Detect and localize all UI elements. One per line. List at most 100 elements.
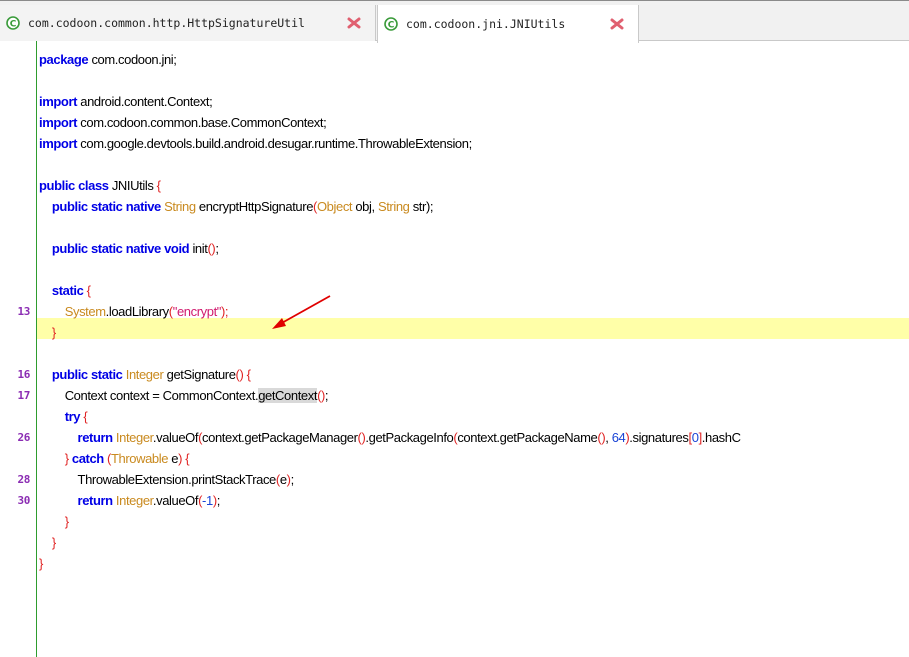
code-text: return Integer.valueOf(-1);: [39, 490, 221, 511]
code-line[interactable]: [0, 70, 909, 91]
code-token: 64: [611, 430, 626, 445]
svg-text:C: C: [388, 20, 395, 30]
code-token: import: [39, 94, 78, 109]
code-token: str: [409, 199, 427, 214]
code-line[interactable]: import com.codoon.common.base.CommonCont…: [0, 112, 909, 133]
code-token: public static native: [51, 199, 161, 214]
code-text: } catch (Throwable e) {: [39, 448, 190, 469]
code-token: .hashC: [701, 430, 741, 445]
code-line[interactable]: public static native String encryptHttpS…: [0, 196, 909, 217]
code-line[interactable]: 26 return Integer.valueOf(context.getPac…: [0, 427, 909, 448]
code-token: package: [39, 52, 89, 67]
code-token: {: [156, 178, 161, 193]
code-line[interactable]: [0, 343, 909, 364]
code-text: public static native void init();: [39, 238, 219, 259]
code-line[interactable]: }: [0, 532, 909, 553]
code-line[interactable]: 16 public static Integer getSignature() …: [0, 364, 909, 385]
code-token: init: [189, 241, 208, 256]
code-text: Context context = CommonContext.getConte…: [39, 385, 329, 406]
code-token: return: [77, 430, 114, 445]
code-token: Context context = CommonContext.: [39, 388, 259, 403]
code-token: 0: [691, 430, 699, 445]
code-text: System.loadLibrary("encrypt");: [39, 301, 229, 322]
code-token: public static native void: [51, 241, 190, 256]
code-line[interactable]: package com.codoon.jni;: [0, 49, 909, 70]
code-line[interactable]: [0, 259, 909, 280]
code-token: e: [168, 451, 179, 466]
code-token: String: [160, 199, 196, 214]
code-token: com.codoon.jni;: [88, 52, 177, 67]
svg-text:C: C: [10, 19, 17, 29]
code-token: ThrowableExtension.printStackTrace: [39, 472, 277, 487]
line-number: 13: [17, 305, 31, 318]
code-token: {: [83, 283, 91, 298]
line-number: 16: [17, 368, 31, 381]
code-text: }: [39, 532, 56, 553]
code-token: Object: [316, 199, 353, 214]
code-line[interactable]: 30 return Integer.valueOf(-1);: [0, 490, 909, 511]
code-token: com.google.devtools.build.android.desuga…: [77, 136, 472, 151]
line-number: 17: [17, 389, 31, 402]
code-line[interactable]: }: [0, 322, 909, 343]
code-line[interactable]: public static native void init();: [0, 238, 909, 259]
code-line[interactable]: try {: [0, 406, 909, 427]
code-line[interactable]: }: [0, 553, 909, 574]
code-token: import: [39, 136, 78, 151]
code-line[interactable]: } catch (Throwable e) {: [0, 448, 909, 469]
line-number: 26: [17, 431, 31, 444]
code-text: }: [39, 322, 56, 343]
code-line[interactable]: static {: [0, 280, 909, 301]
code-line[interactable]: 28 ThrowableExtension.printStackTrace(e)…: [0, 469, 909, 490]
code-token: public static: [51, 367, 123, 382]
code-token: getContext: [258, 388, 318, 403]
tab-http-signature-util[interactable]: C com.codoon.common.http.HttpSignatureUt…: [0, 5, 376, 41]
code-line[interactable]: public class JNIUtils {: [0, 175, 909, 196]
code-token: String: [377, 199, 410, 214]
code-text: static {: [39, 280, 91, 301]
code-editor[interactable]: package com.codoon.jni; import android.co…: [0, 49, 909, 649]
code-line[interactable]: import android.content.Context;: [0, 91, 909, 112]
code-token: .signatures: [629, 430, 689, 445]
close-icon[interactable]: [610, 17, 624, 31]
code-token: context.getPackageName: [457, 430, 598, 445]
code-line[interactable]: }: [0, 511, 909, 532]
code-token: com.codoon.common.base.CommonContext;: [77, 115, 327, 130]
tab-label: com.codoon.common.http.HttpSignatureUtil: [28, 16, 305, 30]
code-line[interactable]: 13 System.loadLibrary("encrypt");: [0, 301, 909, 322]
code-token: android.content.Context;: [77, 94, 213, 109]
code-token: Throwable: [110, 451, 169, 466]
code-text: import android.content.Context;: [39, 91, 213, 112]
code-line[interactable]: [0, 217, 909, 238]
class-icon: C: [384, 17, 398, 31]
code-token: {: [182, 451, 190, 466]
close-icon[interactable]: [347, 16, 361, 30]
code-token: }: [51, 325, 56, 340]
code-line[interactable]: 17 Context context = CommonContext.getCo…: [0, 385, 909, 406]
code-token: Integer: [112, 430, 153, 445]
code-text: public class JNIUtils {: [39, 175, 161, 196]
code-line[interactable]: [0, 154, 909, 175]
code-token: Integer: [112, 493, 153, 508]
code-token: "encrypt": [172, 304, 222, 319]
class-icon: C: [6, 16, 20, 30]
code-text: public static native String encryptHttpS…: [39, 196, 434, 217]
code-text: package com.codoon.jni;: [39, 49, 177, 70]
code-token: JNIUtils: [108, 178, 157, 193]
code-token: e: [279, 472, 287, 487]
tab-jni-utils[interactable]: C com.codoon.jni.JNIUtils: [377, 5, 639, 43]
code-token: obj,: [352, 199, 378, 214]
code-token: import: [39, 115, 78, 130]
tab-label: com.codoon.jni.JNIUtils: [406, 17, 566, 31]
code-line[interactable]: import com.google.devtools.build.android…: [0, 133, 909, 154]
code-token: ;: [290, 472, 295, 487]
code-token: );: [425, 199, 434, 214]
code-token: .loadLibrary: [105, 304, 170, 319]
code-token: -1: [202, 493, 213, 508]
code-token: context.getPackageManager: [202, 430, 358, 445]
